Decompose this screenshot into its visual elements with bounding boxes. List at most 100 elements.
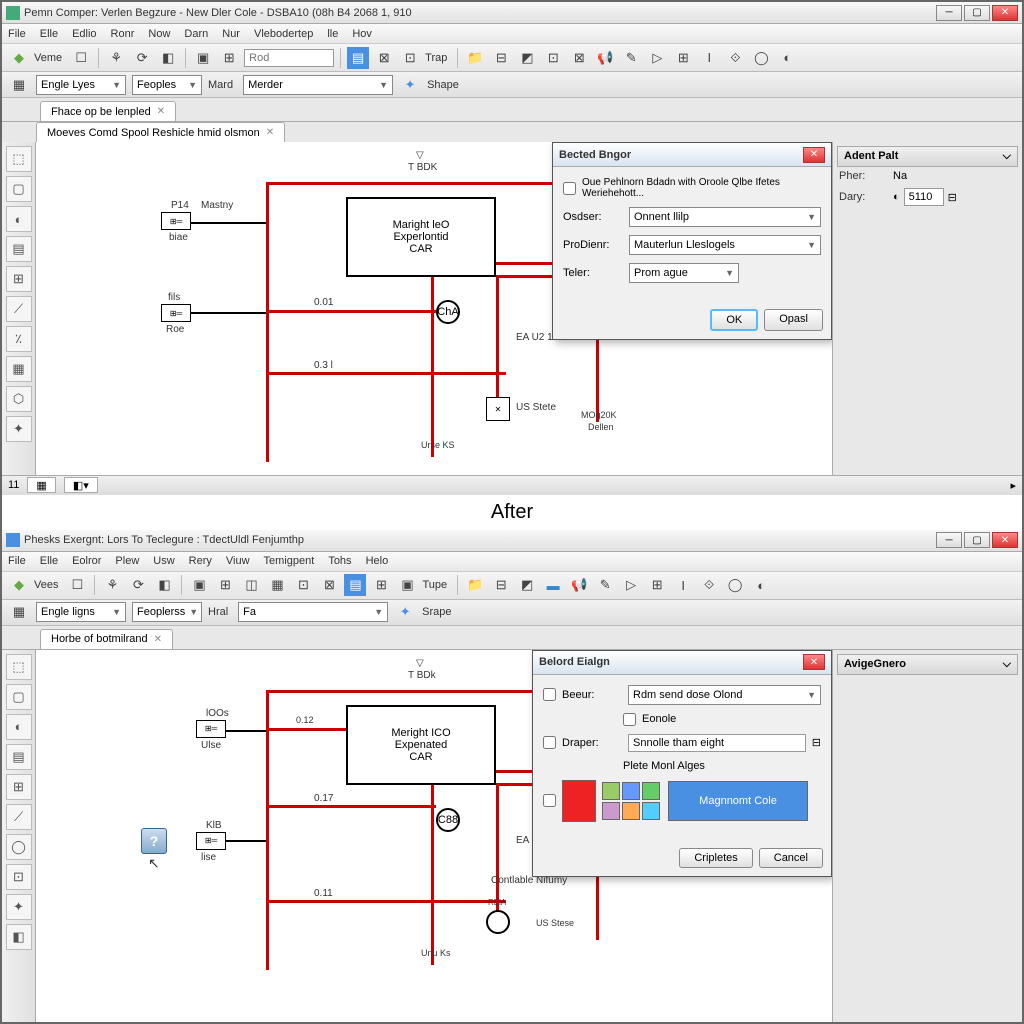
menu-nur[interactable]: Nur xyxy=(222,28,240,40)
menu-vleb[interactable]: Vlebodertep xyxy=(254,28,313,40)
tool-icon[interactable]: ⟐ xyxy=(698,574,720,596)
tool-icon[interactable]: ◧ xyxy=(157,47,179,69)
speaker-icon[interactable]: 📢 xyxy=(594,47,616,69)
tool-icon[interactable]: ⊡ xyxy=(542,47,564,69)
tab-close-icon[interactable]: ✕ xyxy=(157,106,165,117)
shape-icon[interactable]: ✦ xyxy=(394,601,416,623)
feoplers-combo[interactable]: Feoplerss▼ xyxy=(132,602,202,622)
osdser-combo[interactable]: Onnent llilp▼ xyxy=(629,207,821,227)
menu-elle[interactable]: Elle xyxy=(40,28,58,40)
folder-icon[interactable]: 📁 xyxy=(464,574,486,596)
ok-button[interactable]: OK xyxy=(710,309,758,331)
draper-check[interactable] xyxy=(543,736,556,749)
color-swatch[interactable] xyxy=(642,782,660,800)
fa-combo[interactable]: Fa▼ xyxy=(238,602,388,622)
tool-icon[interactable]: ◐ xyxy=(750,574,772,596)
rail-tool[interactable]: ▢ xyxy=(6,176,32,202)
new-icon[interactable]: ◆ xyxy=(8,574,30,596)
canvas[interactable]: ▽ T BDK Maright leO Experlontid CAR P14 … xyxy=(36,142,832,475)
tab-close-icon[interactable]: ✕ xyxy=(154,634,162,645)
menu-file[interactable]: File xyxy=(8,555,26,567)
doc-tab-2[interactable]: Moeves Comd Spool Reshicle hmid olsmon✕ xyxy=(36,122,285,142)
minimize-button[interactable]: ─ xyxy=(936,532,962,548)
tool-icon[interactable]: ⊞ xyxy=(646,574,668,596)
close-button[interactable]: ✕ xyxy=(992,532,1018,548)
tool-icon[interactable]: ◩ xyxy=(516,47,538,69)
maximize-button[interactable]: ▢ xyxy=(964,5,990,21)
dialog-close-button[interactable]: ✕ xyxy=(803,147,825,163)
blue-icon[interactable]: ▤ xyxy=(347,47,369,69)
prodenr-combo[interactable]: Mauterlun Lleslogels▼ xyxy=(629,235,821,255)
tool-icon[interactable]: ▣ xyxy=(188,574,210,596)
color-swatch[interactable] xyxy=(602,802,620,820)
rail-tool[interactable]: ▤ xyxy=(6,744,32,770)
tool-icon[interactable]: ⊞ xyxy=(370,574,392,596)
tool-icon[interactable]: ⟐ xyxy=(724,47,746,69)
rail-tool[interactable]: ⟋ xyxy=(6,296,32,322)
color-swatch[interactable] xyxy=(622,802,640,820)
menu-file[interactable]: File xyxy=(8,28,26,40)
rail-tool[interactable]: ▤ xyxy=(6,236,32,262)
spinner-icon[interactable]: ⊟ xyxy=(812,736,821,749)
tool-icon[interactable]: ◫ xyxy=(240,574,262,596)
menu-tohs[interactable]: Tohs xyxy=(328,555,351,567)
folder-icon[interactable]: 📁 xyxy=(464,47,486,69)
tool-icon[interactable]: ⊟ xyxy=(490,47,512,69)
tool-icon[interactable]: ⊞ xyxy=(672,47,694,69)
maximize-button[interactable]: ▢ xyxy=(964,532,990,548)
tool-icon[interactable]: ⊠ xyxy=(373,47,395,69)
color-swatch[interactable] xyxy=(622,782,640,800)
scroll-right-icon[interactable]: ▸ xyxy=(1010,479,1016,492)
menu-helo[interactable]: Helo xyxy=(366,555,389,567)
rail-tool[interactable]: ◯ xyxy=(6,834,32,860)
rail-tool[interactable]: ⊡ xyxy=(6,864,32,890)
status-tab[interactable]: ▦ xyxy=(27,477,55,493)
collapse-icon[interactable]: ⌵ xyxy=(1003,658,1011,671)
feoples-combo[interactable]: Feoples▼ xyxy=(132,75,202,95)
rail-tool[interactable]: ◐ xyxy=(6,714,32,740)
opasl-button[interactable]: Opasl xyxy=(764,309,823,331)
dialog-titlebar[interactable]: Belord Eialgn ✕ xyxy=(533,651,831,675)
collapse-icon[interactable]: ⌵ xyxy=(1003,150,1011,163)
tool-icon[interactable]: ⊡ xyxy=(292,574,314,596)
engle-combo[interactable]: Engle Lyes▼ xyxy=(36,75,126,95)
sec-icon[interactable]: ▦ xyxy=(8,601,30,623)
save-icon[interactable]: ☐ xyxy=(66,574,88,596)
speaker-icon[interactable]: 📢 xyxy=(568,574,590,596)
minimize-button[interactable]: ─ xyxy=(936,5,962,21)
tool-icon[interactable]: ✎ xyxy=(620,47,642,69)
tool-icon[interactable]: ⊠ xyxy=(318,574,340,596)
rail-tool[interactable]: ⊞ xyxy=(6,266,32,292)
tool-icon[interactable]: ⟳ xyxy=(131,47,153,69)
menu-now[interactable]: Now xyxy=(148,28,170,40)
close-button[interactable]: ✕ xyxy=(992,5,1018,21)
tool-icon[interactable]: ▣ xyxy=(192,47,214,69)
rail-tool[interactable]: ⬚ xyxy=(6,654,32,680)
rail-tool[interactable]: ⬡ xyxy=(6,386,32,412)
blue-icon[interactable]: ▬ xyxy=(542,574,564,596)
tool-icon[interactable]: ▦ xyxy=(266,574,288,596)
check-option[interactable] xyxy=(563,182,576,195)
tab-close-icon[interactable]: ✕ xyxy=(266,127,274,138)
color-swatch[interactable] xyxy=(602,782,620,800)
menu-elle[interactable]: Elle xyxy=(40,555,58,567)
tool-icon[interactable]: ◯ xyxy=(750,47,772,69)
tool-icon[interactable]: ⊟ xyxy=(490,574,512,596)
beeur-combo[interactable]: Rdm send dose Olond▼ xyxy=(628,685,821,705)
menu-viuw[interactable]: Viuw xyxy=(226,555,250,567)
doc-tab-1[interactable]: Fhace op be lenpled✕ xyxy=(40,101,176,121)
menu-usw[interactable]: Usw xyxy=(153,555,174,567)
menu-plew[interactable]: Plew xyxy=(115,555,139,567)
tool-icon[interactable]: ◐ xyxy=(776,47,798,69)
beeur-check[interactable] xyxy=(543,688,556,701)
tool-icon[interactable]: ▷ xyxy=(620,574,642,596)
status-tab[interactable]: ◧▾ xyxy=(64,477,98,493)
tool-icon[interactable]: ▷ xyxy=(646,47,668,69)
tool-icon[interactable]: ⊞ xyxy=(214,574,236,596)
cripletes-button[interactable]: Cripletes xyxy=(679,848,752,868)
cancel-button[interactable]: Cancel xyxy=(759,848,823,868)
tool-icon[interactable]: ⚘ xyxy=(101,574,123,596)
menu-eolror[interactable]: Eolror xyxy=(72,555,101,567)
tool-icon[interactable]: ⊠ xyxy=(568,47,590,69)
color-swatch[interactable] xyxy=(642,802,660,820)
